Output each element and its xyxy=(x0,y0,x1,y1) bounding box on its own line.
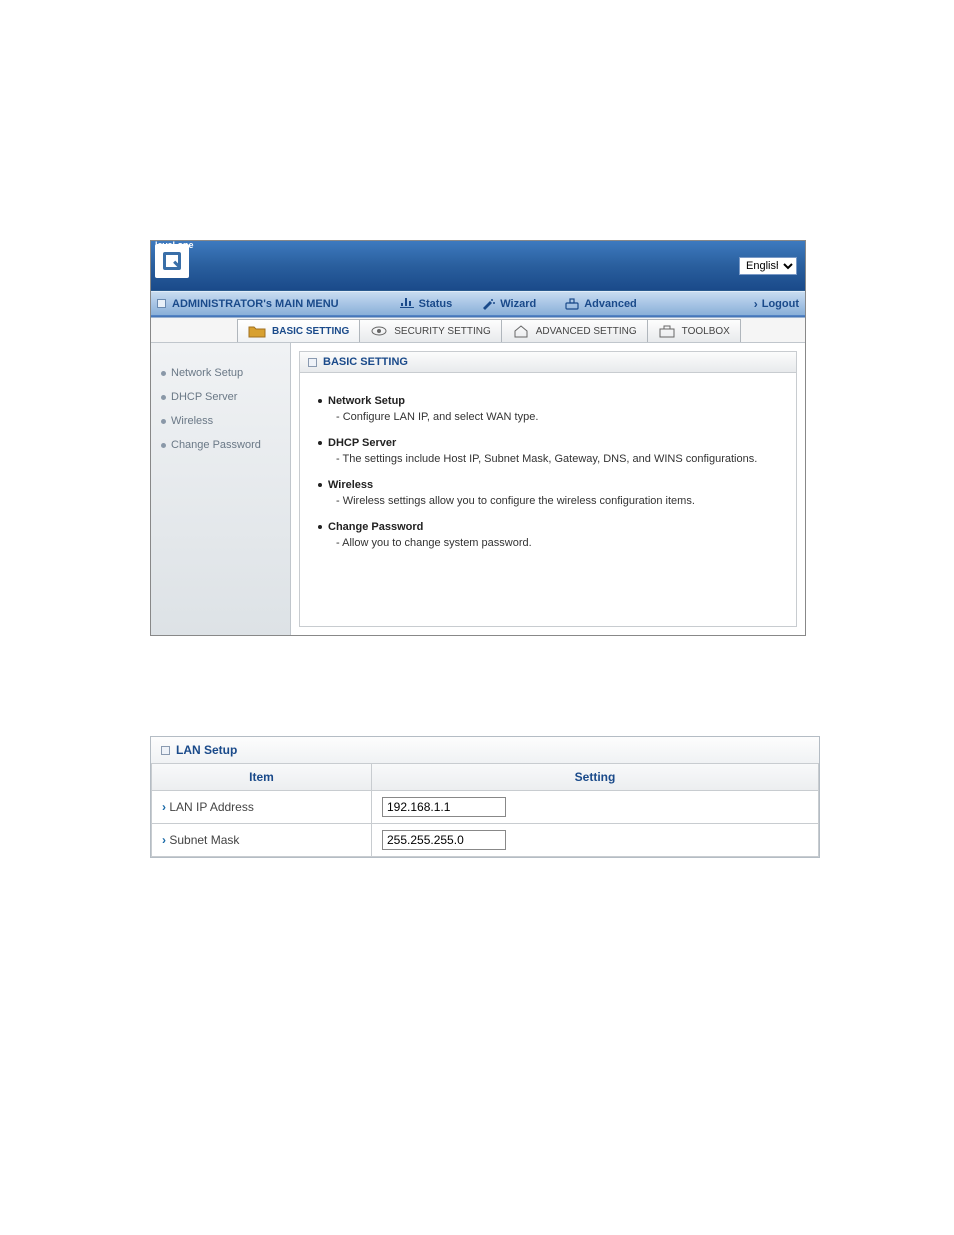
advanced-icon xyxy=(564,297,580,311)
section-title: DHCP Server xyxy=(318,437,778,449)
col-setting: Setting xyxy=(372,764,819,791)
section-title: Wireless xyxy=(318,479,778,491)
sidebar-item-dhcp-server[interactable]: DHCP Server xyxy=(151,385,290,409)
menu-status[interactable]: Status xyxy=(399,297,453,311)
tab-advanced-setting[interactable]: ADVANCED SETTING xyxy=(501,319,648,342)
panel-square-icon xyxy=(161,746,170,755)
section-title: Network Setup xyxy=(318,395,778,407)
sidebar-label: Change Password xyxy=(171,439,261,451)
header-bar: level one English xyxy=(151,241,805,291)
tab-basic-label: BASIC SETTING xyxy=(272,326,349,337)
sidebar-item-change-password[interactable]: Change Password xyxy=(151,433,290,457)
tab-advanced-label: ADVANCED SETTING xyxy=(536,326,637,337)
section-title: Change Password xyxy=(318,521,778,533)
panel-title: BASIC SETTING xyxy=(323,356,408,368)
section-desc: Allow you to change system password. xyxy=(336,537,778,549)
col-item: Item xyxy=(152,764,372,791)
lan-ip-input[interactable] xyxy=(382,797,506,817)
section-network-setup: Network Setup Configure LAN IP, and sele… xyxy=(318,395,778,423)
lan-setup-title: LAN Setup xyxy=(176,743,237,757)
folder-icon xyxy=(248,324,266,338)
sidebar: Network Setup DHCP Server Wireless Chang… xyxy=(151,343,291,635)
section-desc: Wireless settings allow you to configure… xyxy=(336,495,778,507)
sidebar-label: DHCP Server xyxy=(171,391,237,403)
section-change-password: Change Password Allow you to change syst… xyxy=(318,521,778,549)
wizard-icon xyxy=(480,297,496,311)
tab-security-setting[interactable]: SECURITY SETTING xyxy=(359,319,502,342)
tab-toolbox[interactable]: TOOLBOX xyxy=(647,319,741,342)
sidebar-label: Wireless xyxy=(171,415,213,427)
table-row: Subnet Mask xyxy=(152,824,819,857)
sidebar-item-wireless[interactable]: Wireless xyxy=(151,409,290,433)
menu-advanced[interactable]: Advanced xyxy=(564,297,637,311)
sidebar-label: Network Setup xyxy=(171,367,243,379)
logout-link[interactable]: Logout xyxy=(754,297,799,311)
row-label-subnet-mask: Subnet Mask xyxy=(152,824,372,857)
body-row: Network Setup DHCP Server Wireless Chang… xyxy=(151,343,805,635)
subnet-mask-input[interactable] xyxy=(382,830,506,850)
main-menu-title: ADMINISTRATOR's MAIN MENU xyxy=(172,298,339,310)
table-row: LAN IP Address xyxy=(152,791,819,824)
main-menu-bar: ADMINISTRATOR's MAIN MENU Status Wizard … xyxy=(151,291,805,315)
language-select[interactable]: English xyxy=(739,257,797,275)
tab-security-label: SECURITY SETTING xyxy=(394,326,491,337)
router-main-panel: level one English ADMINISTRATOR's MAIN M… xyxy=(150,240,806,636)
row-setting xyxy=(372,791,819,824)
section-wireless: Wireless Wireless settings allow you to … xyxy=(318,479,778,507)
section-desc: Configure LAN IP, and select WAN type. xyxy=(336,411,778,423)
brand-logo xyxy=(155,244,189,278)
status-icon xyxy=(399,297,415,311)
lan-setup-table: Item Setting LAN IP Address Subnet Mask xyxy=(151,764,819,857)
section-desc: The settings include Host IP, Subnet Mas… xyxy=(336,453,778,465)
menu-square-icon xyxy=(157,299,166,308)
house-icon xyxy=(512,324,530,338)
lan-setup-panel: LAN Setup Item Setting LAN IP Address Su… xyxy=(150,736,820,858)
row-setting xyxy=(372,824,819,857)
eye-icon xyxy=(370,324,388,338)
panel-square-icon xyxy=(308,358,317,367)
menu-status-label: Status xyxy=(419,298,453,310)
tab-basic-setting[interactable]: BASIC SETTING xyxy=(237,319,360,342)
content-area: BASIC SETTING Network Setup Configure LA… xyxy=(291,343,805,635)
logout-label: Logout xyxy=(762,298,799,310)
panel-body: Network Setup Configure LAN IP, and sele… xyxy=(300,373,796,585)
menu-wizard[interactable]: Wizard xyxy=(480,297,536,311)
lan-setup-header: LAN Setup xyxy=(151,737,819,764)
content-panel: BASIC SETTING Network Setup Configure LA… xyxy=(299,351,797,627)
panel-header: BASIC SETTING xyxy=(300,352,796,373)
tab-row: BASIC SETTING SECURITY SETTING ADVANCED … xyxy=(151,315,805,343)
row-label-lan-ip: LAN IP Address xyxy=(152,791,372,824)
menu-wizard-label: Wizard xyxy=(500,298,536,310)
toolbox-icon xyxy=(658,324,676,338)
sidebar-item-network-setup[interactable]: Network Setup xyxy=(151,361,290,385)
section-dhcp-server: DHCP Server The settings include Host IP… xyxy=(318,437,778,465)
tab-toolbox-label: TOOLBOX xyxy=(682,326,730,337)
menu-advanced-label: Advanced xyxy=(584,298,637,310)
